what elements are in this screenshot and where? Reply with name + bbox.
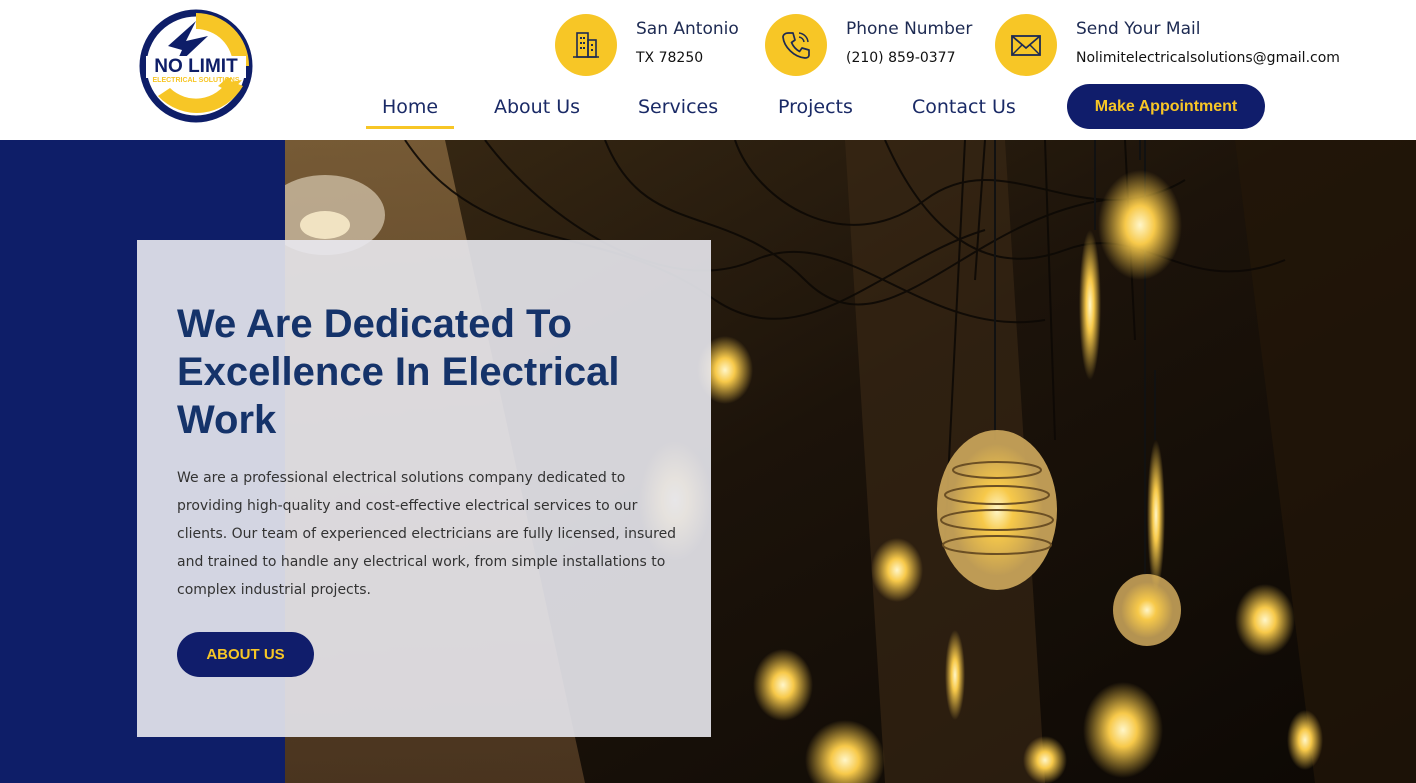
nav-contact-us[interactable]: Contact Us xyxy=(912,94,1016,120)
mail-title: Send Your Mail xyxy=(1076,19,1201,39)
contact-phone: Phone Number (210) 859-0377 xyxy=(765,14,972,76)
envelope-icon xyxy=(995,14,1057,76)
location-value: TX 78250 xyxy=(636,50,704,66)
hero-card: We Are Dedicated To Excellence In Electr… xyxy=(137,240,711,737)
about-us-button[interactable]: ABOUT US xyxy=(177,632,314,677)
location-title: San Antonio xyxy=(636,19,739,39)
phone-value[interactable]: (210) 859-0377 xyxy=(846,50,972,66)
make-appointment-button[interactable]: Make Appointment xyxy=(1067,84,1265,129)
nav-services[interactable]: Services xyxy=(638,94,718,120)
contact-mail: Send Your Mail Nolimitelectricalsolution… xyxy=(995,14,1340,76)
hero-section: We Are Dedicated To Excellence In Electr… xyxy=(0,140,1416,783)
hero-heading: We Are Dedicated To Excellence In Electr… xyxy=(177,302,620,442)
nav-about-us[interactable]: About Us xyxy=(494,94,580,120)
phone-title: Phone Number xyxy=(846,19,973,39)
mail-value[interactable]: Nolimitelectricalsolutions@gmail.com xyxy=(1076,50,1340,66)
logo-subtext: ELECTRICAL SOLUTIONS xyxy=(153,77,240,84)
hero-description: We are a professional electrical solutio… xyxy=(177,470,677,598)
nav-active-indicator xyxy=(366,126,454,129)
logo-text: NO LIMIT xyxy=(154,56,238,77)
nav-home[interactable]: Home xyxy=(382,94,438,120)
site-header: NO LIMIT ELECTRICAL SOLUTIONS San Antoni… xyxy=(0,0,1416,140)
phone-icon xyxy=(765,14,827,76)
building-icon xyxy=(555,14,617,76)
nav-projects[interactable]: Projects xyxy=(778,94,853,120)
contact-location: San Antonio TX 78250 xyxy=(555,14,739,76)
